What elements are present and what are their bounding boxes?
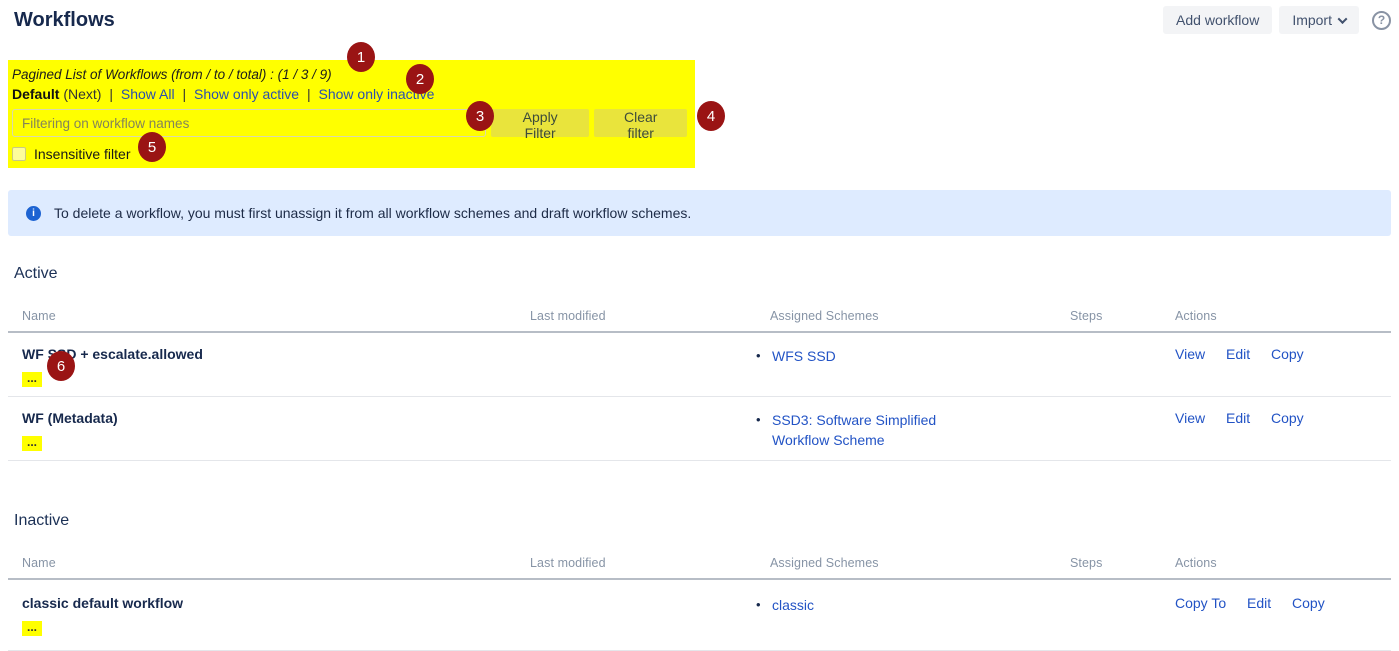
annotation-badge-3: 3 <box>466 101 494 131</box>
table-row: WF (Metadata) ... • SSD3: Software Simpl… <box>8 397 1391 461</box>
steps-cell <box>1062 333 1167 396</box>
import-button[interactable]: Import <box>1279 6 1359 34</box>
steps-cell <box>1062 397 1167 460</box>
column-header-last-modified: Last modified <box>530 303 756 331</box>
bullet-icon: • <box>756 595 772 615</box>
pager-separator: | <box>182 86 186 102</box>
filter-panel: Pagined List of Workflows (from / to / t… <box>8 60 695 168</box>
edit-link[interactable]: Edit <box>1247 595 1271 611</box>
copy-link[interactable]: Copy <box>1271 346 1304 362</box>
show-only-active-link[interactable]: Show only active <box>194 86 299 102</box>
insensitive-filter-label: Insensitive filter <box>34 146 130 162</box>
chevron-down-icon <box>1338 14 1348 24</box>
help-icon[interactable]: ? <box>1372 11 1391 30</box>
column-header-name: Name <box>8 303 530 331</box>
pager-separator: | <box>307 86 311 102</box>
more-ellipsis[interactable]: ... <box>22 621 42 636</box>
import-button-label: Import <box>1292 12 1332 28</box>
edit-link[interactable]: Edit <box>1226 346 1250 362</box>
annotation-badge-5: 5 <box>138 132 166 162</box>
assigned-scheme-link[interactable]: classic <box>772 595 814 615</box>
info-icon: i <box>26 206 41 221</box>
inactive-section-heading: Inactive <box>8 512 1391 530</box>
pager-next-link[interactable]: (Next) <box>63 86 101 102</box>
insensitive-filter-checkbox[interactable] <box>12 147 26 161</box>
info-banner-text: To delete a workflow, you must first una… <box>54 205 691 221</box>
assigned-scheme-link[interactable]: WFS SSD <box>772 346 836 366</box>
topbar: Workflows Add workflow Import ? <box>0 0 1399 40</box>
column-header-assigned-schemes: Assigned Schemes <box>756 303 1062 331</box>
workflow-name: classic default workflow <box>22 595 530 612</box>
more-ellipsis[interactable]: ... <box>22 436 42 451</box>
steps-cell <box>1062 580 1167 650</box>
insensitive-filter-row: Insensitive filter <box>12 145 687 162</box>
bullet-icon: • <box>756 410 772 430</box>
active-section-heading: Active <box>8 265 1391 283</box>
view-link[interactable]: View <box>1175 346 1205 362</box>
assigned-scheme-link[interactable]: SSD3: Software Simplified Workflow Schem… <box>772 410 954 450</box>
column-header-assigned-schemes: Assigned Schemes <box>756 550 1062 578</box>
copy-to-link[interactable]: Copy To <box>1175 595 1226 611</box>
table-row: WF SSD + escalate.allowed ... • WFS SSD … <box>8 333 1391 397</box>
column-header-steps: Steps <box>1062 303 1167 331</box>
active-section: Active Name Last modified Assigned Schem… <box>8 265 1391 461</box>
last-modified-cell <box>530 580 756 650</box>
copy-link[interactable]: Copy <box>1271 410 1304 426</box>
inactive-section: Inactive Name Last modified Assigned Sch… <box>8 512 1391 651</box>
pager-separator: | <box>109 86 113 102</box>
annotation-badge-2: 2 <box>406 64 434 94</box>
workflow-name: WF (Metadata) <box>22 410 530 427</box>
topbar-actions: Add workflow Import ? <box>1163 6 1391 34</box>
bullet-icon: • <box>756 346 772 366</box>
column-header-last-modified: Last modified <box>530 550 756 578</box>
column-header-steps: Steps <box>1062 550 1167 578</box>
pager-default-label: Default <box>12 86 59 102</box>
column-header-actions: Actions <box>1167 550 1391 578</box>
filter-row: Apply Filter Clear filter <box>12 109 687 137</box>
edit-link[interactable]: Edit <box>1226 410 1250 426</box>
annotation-badge-6: 6 <box>47 351 75 381</box>
table-header-row: Name Last modified Assigned Schemes Step… <box>8 550 1391 580</box>
copy-link[interactable]: Copy <box>1292 595 1325 611</box>
add-workflow-button[interactable]: Add workflow <box>1163 6 1272 34</box>
annotation-badge-1: 1 <box>347 42 375 72</box>
view-link[interactable]: View <box>1175 410 1205 426</box>
last-modified-cell <box>530 397 756 460</box>
workflow-filter-input[interactable] <box>12 109 486 137</box>
last-modified-cell <box>530 333 756 396</box>
table-row: classic default workflow ... • classic C… <box>8 580 1391 651</box>
column-header-actions: Actions <box>1167 303 1391 331</box>
annotation-badge-4: 4 <box>697 101 725 131</box>
info-banner: i To delete a workflow, you must first u… <box>8 190 1391 236</box>
pagination-summary: Pagined List of Workflows (from / to / t… <box>12 65 687 85</box>
workflow-name: WF SSD + escalate.allowed <box>22 346 530 363</box>
more-ellipsis[interactable]: ... <box>22 372 42 387</box>
column-header-name: Name <box>8 550 530 578</box>
clear-filter-button[interactable]: Clear filter <box>594 109 687 137</box>
pager-line: Default (Next) | Show All | Show only ac… <box>12 85 687 106</box>
inactive-workflows-table: Name Last modified Assigned Schemes Step… <box>8 550 1391 651</box>
table-header-row: Name Last modified Assigned Schemes Step… <box>8 303 1391 333</box>
apply-filter-button[interactable]: Apply Filter <box>491 109 590 137</box>
active-workflows-table: Name Last modified Assigned Schemes Step… <box>8 303 1391 461</box>
show-all-link[interactable]: Show All <box>121 86 175 102</box>
page-title: Workflows <box>14 9 115 32</box>
